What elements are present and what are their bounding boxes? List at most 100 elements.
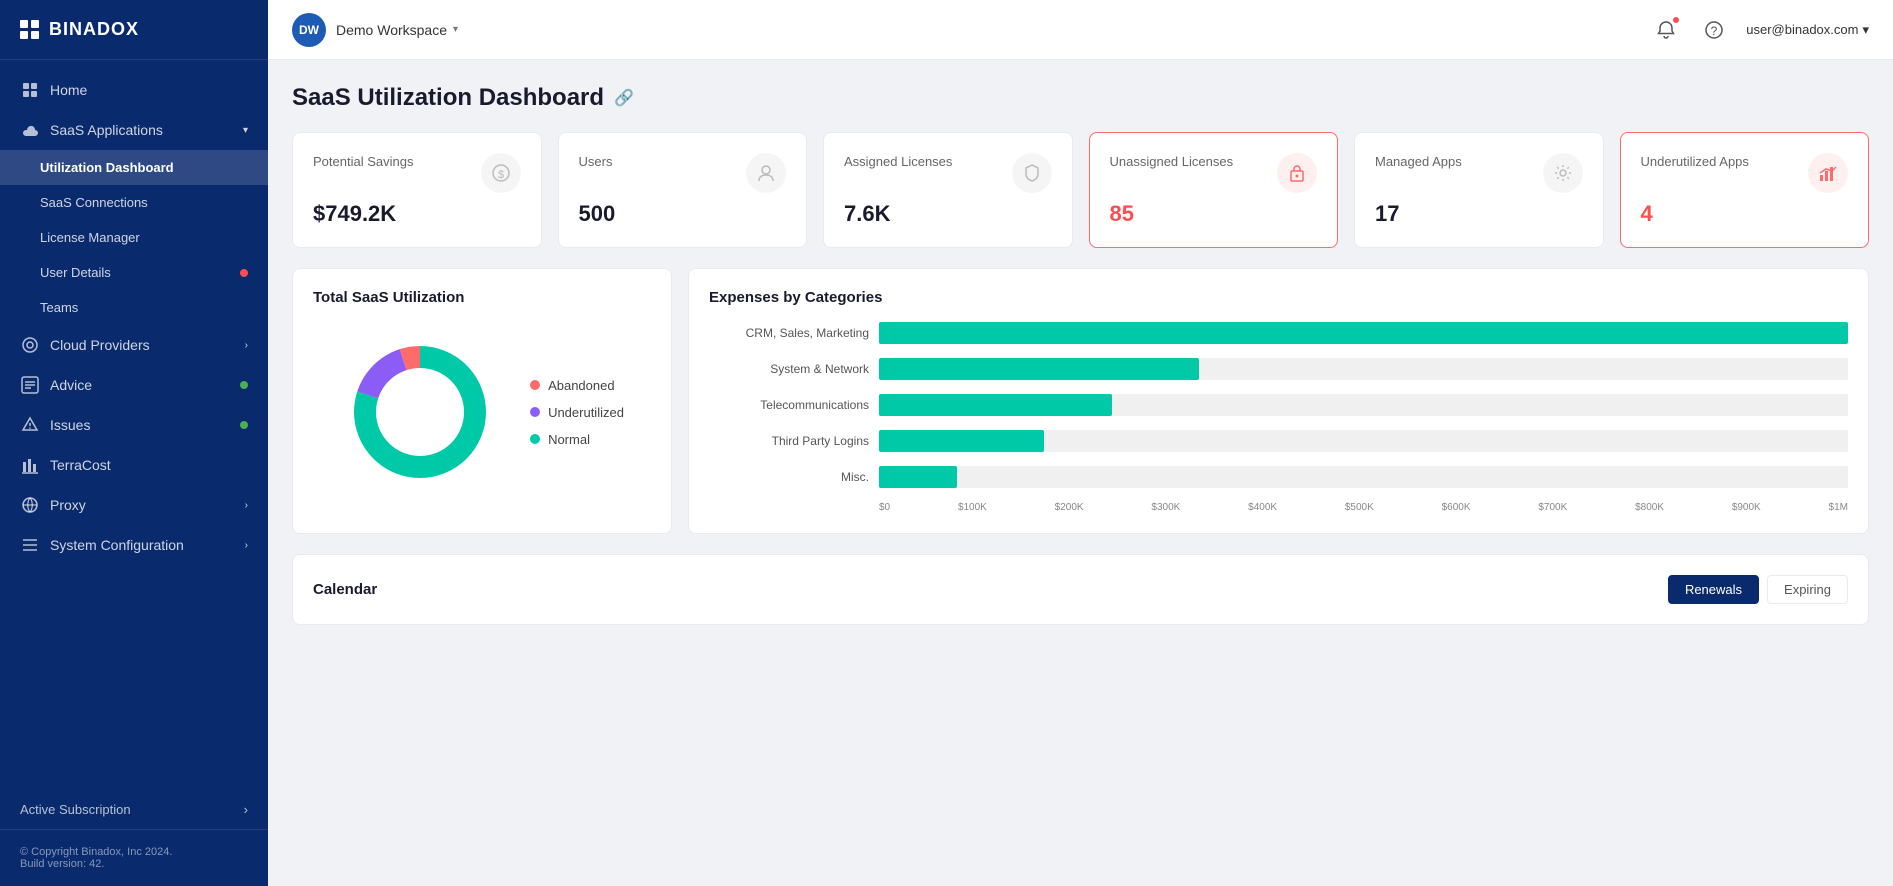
tab-expiring[interactable]: Expiring: [1767, 575, 1848, 604]
assigned-licenses-icon: [1012, 153, 1052, 193]
terracost-icon: [20, 455, 40, 475]
issues-dot: [240, 421, 248, 429]
stat-card-assigned-licenses[interactable]: Assigned Licenses 7.6K: [823, 132, 1073, 248]
bar-label-system: System & Network: [709, 362, 869, 376]
user-chevron: ▾: [1862, 22, 1869, 38]
managed-apps-value: 17: [1375, 201, 1583, 227]
bar-row-misc: Misc.: [709, 466, 1848, 488]
bar-track-crm: [879, 322, 1848, 344]
main-area: DW Demo Workspace ▾ ? user@binadox.com ▾: [268, 0, 1893, 886]
help-button[interactable]: ?: [1698, 14, 1730, 46]
stat-card-managed-apps[interactable]: Managed Apps 17: [1354, 132, 1604, 248]
system-config-icon: [20, 535, 40, 555]
bar-chart-xaxis: $0 $100K $200K $300K $400K $500K $600K $…: [879, 502, 1848, 513]
system-config-chevron: ›: [245, 540, 248, 551]
active-subscription-label: Active Subscription: [20, 802, 131, 817]
x-label-900k: $900K: [1732, 502, 1761, 513]
sidebar-item-issues[interactable]: Issues: [0, 405, 268, 445]
logo-text: BINADOX: [49, 19, 139, 40]
stat-card-users[interactable]: Users 500: [558, 132, 808, 248]
sidebar-item-home[interactable]: Home: [0, 70, 268, 110]
donut-chart-card: Total SaaS Utilization Ab: [292, 268, 672, 534]
calendar-header: Calendar Renewals Expiring: [313, 575, 1848, 604]
bar-track-third-party: [879, 430, 1848, 452]
sidebar: BINADOX Home SaaS Applications: [0, 0, 268, 886]
donut-chart-container: Abandoned Underutilized Normal: [313, 322, 651, 502]
bar-track-telecom: [879, 394, 1848, 416]
teams-label: Teams: [40, 300, 78, 315]
advice-label: Advice: [50, 377, 92, 393]
advice-icon: [20, 375, 40, 395]
sidebar-item-saas-connections[interactable]: SaaS Connections: [0, 185, 268, 220]
bar-label-crm: CRM, Sales, Marketing: [709, 326, 869, 340]
proxy-label: Proxy: [50, 497, 86, 513]
tab-renewals[interactable]: Renewals: [1668, 575, 1759, 604]
calendar-title: Calendar: [313, 581, 377, 598]
bar-chart-card: Expenses by Categories CRM, Sales, Marke…: [688, 268, 1869, 534]
legend-underutilized: Underutilized: [530, 405, 624, 420]
x-label-500k: $500K: [1345, 502, 1374, 513]
link-icon[interactable]: 🔗: [614, 88, 634, 108]
unassigned-licenses-icon: [1277, 153, 1317, 193]
bar-chart-title: Expenses by Categories: [709, 289, 1848, 306]
underutilized-apps-value: 4: [1641, 201, 1849, 227]
x-label-800k: $800K: [1635, 502, 1664, 513]
bar-label-telecom: Telecommunications: [709, 398, 869, 412]
sidebar-item-saas-applications[interactable]: SaaS Applications ▾: [0, 110, 268, 150]
stat-card-unassigned-licenses[interactable]: Unassigned Licenses 85: [1089, 132, 1339, 248]
users-icon: [746, 153, 786, 193]
underutilized-apps-label: Underutilized Apps: [1641, 153, 1749, 171]
bar-label-misc: Misc.: [709, 470, 869, 484]
bar-fill-system: [879, 358, 1199, 380]
x-label-600k: $600K: [1442, 502, 1471, 513]
stat-card-underutilized-apps[interactable]: Underutilized Apps 4: [1620, 132, 1870, 248]
sidebar-item-user-details[interactable]: User Details: [0, 255, 268, 290]
donut-legend: Abandoned Underutilized Normal: [530, 378, 624, 447]
legend-abandoned: Abandoned: [530, 378, 624, 393]
unassigned-licenses-label: Unassigned Licenses: [1110, 153, 1234, 171]
abandoned-label: Abandoned: [548, 378, 615, 393]
workspace-name[interactable]: Demo Workspace: [336, 22, 447, 38]
potential-savings-label: Potential Savings: [313, 153, 413, 171]
bar-fill-third-party: [879, 430, 1044, 452]
underutilized-label: Underutilized: [548, 405, 624, 420]
issues-label: Issues: [50, 417, 90, 433]
svg-text:$: $: [497, 169, 503, 181]
sidebar-item-active-subscription[interactable]: Active Subscription ›: [0, 790, 268, 829]
legend-normal: Normal: [530, 432, 624, 447]
cloud-providers-chevron: ›: [245, 340, 248, 351]
footer-build: Build version: 42.: [20, 858, 248, 870]
user-menu[interactable]: user@binadox.com ▾: [1746, 22, 1869, 38]
calendar-section: Calendar Renewals Expiring: [292, 554, 1869, 625]
stat-card-potential-savings[interactable]: Potential Savings $ $749.2K: [292, 132, 542, 248]
notification-button[interactable]: [1650, 14, 1682, 46]
users-value: 500: [579, 201, 787, 227]
underutilized-apps-icon: [1808, 153, 1848, 193]
sidebar-logo: BINADOX: [0, 0, 268, 60]
sidebar-item-utilization-dashboard[interactable]: Utilization Dashboard: [0, 150, 268, 185]
sidebar-item-cloud-providers[interactable]: Cloud Providers ›: [0, 325, 268, 365]
sidebar-item-teams[interactable]: Teams: [0, 290, 268, 325]
saas-connections-label: SaaS Connections: [40, 195, 148, 210]
sidebar-footer: © Copyright Binadox, Inc 2024. Build ver…: [0, 829, 268, 886]
bar-row-crm: CRM, Sales, Marketing: [709, 322, 1848, 344]
workspace-chevron[interactable]: ▾: [453, 24, 458, 35]
svg-text:?: ?: [1711, 24, 1718, 38]
managed-apps-label: Managed Apps: [1375, 153, 1462, 171]
x-label-0: $0: [879, 502, 890, 513]
home-label: Home: [50, 82, 87, 98]
bar-row-system: System & Network: [709, 358, 1848, 380]
page-title-text: SaaS Utilization Dashboard: [292, 84, 604, 112]
sidebar-item-advice[interactable]: Advice: [0, 365, 268, 405]
cloud-providers-label: Cloud Providers: [50, 337, 150, 353]
bar-track-system: [879, 358, 1848, 380]
terracost-label: TerraCost: [50, 457, 111, 473]
sidebar-item-license-manager[interactable]: License Manager: [0, 220, 268, 255]
calendar-tabs: Renewals Expiring: [1668, 575, 1848, 604]
assigned-licenses-value: 7.6K: [844, 201, 1052, 227]
workspace-badge: DW: [292, 13, 326, 47]
sidebar-item-system-configuration[interactable]: System Configuration ›: [0, 525, 268, 565]
sidebar-item-terracost[interactable]: TerraCost: [0, 445, 268, 485]
sidebar-item-proxy[interactable]: Proxy ›: [0, 485, 268, 525]
proxy-icon: [20, 495, 40, 515]
